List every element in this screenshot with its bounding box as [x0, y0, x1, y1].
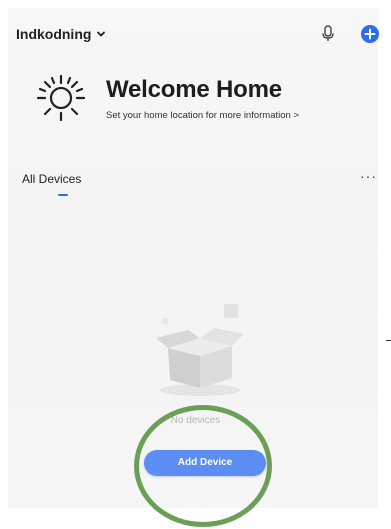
empty-state-text: No devices: [170, 415, 221, 426]
tab-active-indicator: [58, 194, 68, 196]
welcome-title: Welcome Home: [106, 76, 282, 103]
more-options-button[interactable]: ···: [360, 168, 377, 184]
edge-mark: [386, 340, 391, 341]
sun-icon: [36, 74, 86, 122]
devices-header: All Devices ···: [22, 168, 380, 202]
microphone-icon[interactable]: [320, 25, 336, 43]
set-location-link[interactable]: Set your home location for more informat…: [106, 110, 299, 121]
weather-card: Welcome Home Set your home location for …: [34, 72, 374, 132]
top-bar: Indkodning: [16, 24, 382, 46]
add-device-button[interactable]: Add Device: [144, 450, 266, 476]
plus-circle-icon[interactable]: [360, 24, 380, 44]
empty-box-illustration: [156, 304, 244, 396]
chevron-down-icon: [97, 31, 106, 37]
home-selector[interactable]: Indkodning: [16, 26, 106, 42]
tab-all-devices[interactable]: All Devices: [22, 172, 81, 186]
home-name: Indkodning: [16, 26, 92, 42]
